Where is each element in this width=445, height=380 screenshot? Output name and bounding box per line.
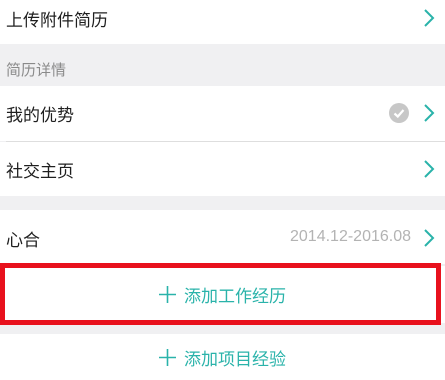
social-homepage-label: 社交主页 — [6, 162, 74, 182]
add-project-experience-button[interactable]: 添加项目经验 — [0, 334, 445, 380]
chevron-right-icon — [421, 159, 437, 179]
chevron-right-icon — [421, 228, 437, 248]
section-title: 简历详情 — [6, 61, 67, 79]
my-advantages-row[interactable]: 我的优势 — [0, 86, 445, 141]
upload-resume-row[interactable]: 上传附件简历 — [0, 0, 445, 44]
resume-details-header: 简历详情 — [0, 48, 445, 86]
chevron-right-icon — [421, 103, 437, 123]
company-name: 心合 — [6, 231, 40, 251]
plus-icon — [159, 348, 176, 366]
check-circle-icon — [389, 103, 409, 123]
highlight-box — [0, 263, 441, 325]
my-advantages-label: 我的优势 — [6, 106, 74, 126]
upload-resume-label: 上传附件简历 — [6, 11, 108, 31]
social-homepage-row[interactable]: 社交主页 — [0, 142, 445, 196]
work-date-range: 2014.12-2016.08 — [290, 228, 411, 245]
resume-page: 上传附件简历 简历详情 我的优势 社交主页 心合 2014.12-2016.08 — [0, 0, 445, 380]
add-project-experience-label: 添加项目经验 — [184, 349, 286, 370]
work-experience-item[interactable]: 心合 2014.12-2016.08 — [0, 210, 445, 264]
chevron-right-icon — [421, 8, 437, 28]
